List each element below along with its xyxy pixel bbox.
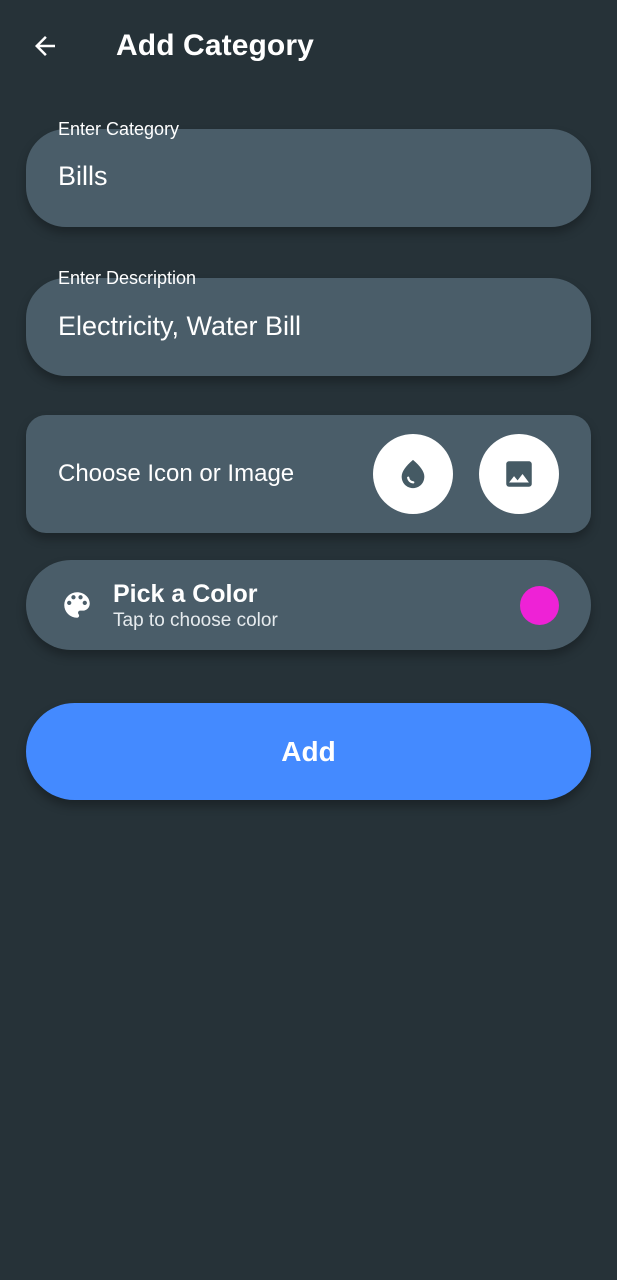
image-icon — [506, 461, 532, 487]
choose-icon-button[interactable] — [373, 434, 453, 514]
water-drop-icon — [401, 459, 425, 489]
description-field-label: Enter Description — [58, 268, 197, 288]
page-title: Add Category — [116, 29, 314, 62]
choose-image-button[interactable] — [479, 434, 559, 514]
category-field-label: Enter Category — [58, 119, 180, 139]
icon-picker-label: Choose Icon or Image — [58, 460, 295, 487]
arrow-back-icon — [35, 36, 55, 56]
description-field: Enter Description — [26, 267, 591, 377]
add-button[interactable]: Add — [26, 703, 591, 800]
palette-icon — [64, 592, 90, 618]
selected-color-swatch[interactable] — [520, 586, 559, 625]
app-bar: Add Category — [0, 0, 617, 92]
category-field: Enter Category — [26, 118, 591, 228]
color-picker-subtitle: Tap to choose color — [113, 610, 278, 631]
category-input[interactable] — [58, 160, 558, 192]
color-picker-title: Pick a Color — [113, 580, 258, 608]
back-button[interactable] — [22, 24, 68, 68]
icon-picker-card: Choose Icon or Image — [26, 415, 591, 533]
color-picker-card[interactable]: Pick a Color Tap to choose color — [26, 560, 591, 650]
description-input[interactable] — [58, 310, 558, 342]
